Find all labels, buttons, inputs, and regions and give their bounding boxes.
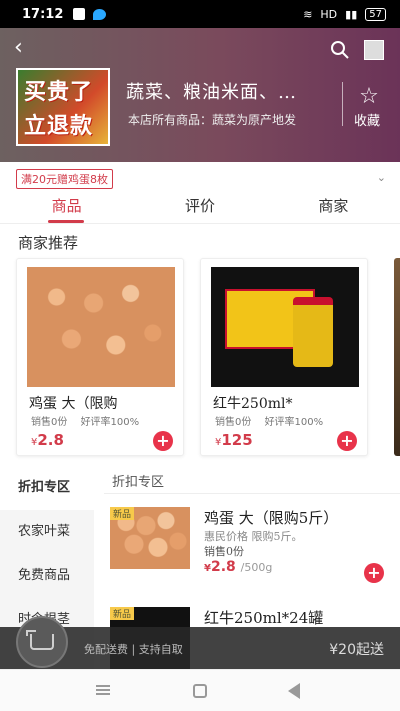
star-icon[interactable]: ☆	[358, 86, 380, 108]
category-item-discount[interactable]: 折扣专区	[0, 466, 94, 510]
active-tab-indicator	[48, 220, 84, 223]
status-time: 17:12	[22, 6, 64, 22]
list-item[interactable]: 新品 鸡蛋 大（限购5斤） 惠民价格 限购5斤。 销售0份 ¥2.8 /500g…	[110, 507, 400, 607]
home-icon[interactable]	[193, 684, 207, 698]
tab-products[interactable]: 商品	[0, 192, 133, 223]
add-to-cart-button[interactable]: +	[337, 431, 357, 451]
product-rating: 好评率100%	[80, 417, 140, 428]
product-price: ¥2.8	[31, 431, 64, 449]
recommend-title: 商家推荐	[18, 234, 79, 252]
list-section-title: 折扣专区	[112, 475, 165, 490]
recommend-card[interactable]: 红牛250ml* 销售0份 好评率100% ¥125 +	[200, 258, 368, 456]
recommend-card-peek[interactable]	[394, 258, 400, 456]
notification-icon	[73, 8, 86, 20]
promo-badge[interactable]: 满20元赠鸡蛋8枚	[16, 169, 113, 189]
back-triangle-icon[interactable]	[288, 683, 300, 699]
store-description: 本店所有商品：蔬菜为原产地发	[128, 113, 297, 127]
min-order-label[interactable]: ¥20起送	[329, 639, 384, 659]
store-logo-line2: 立退款	[24, 114, 94, 139]
share-icon[interactable]	[364, 40, 384, 60]
new-badge: 新品	[110, 507, 135, 520]
store-header: ‹ 买贵了 立退款 蔬菜、粮油米面、… 本店所有商品：蔬菜为原产地发 ☆ 收藏	[0, 28, 400, 162]
product-sales: 销售0份	[31, 417, 68, 428]
new-badge: 新品	[110, 607, 135, 620]
delivery-info: 免配送费 | 支持自取	[84, 643, 183, 656]
add-to-cart-button[interactable]: +	[364, 563, 384, 583]
product-image	[211, 267, 359, 387]
recommend-row: 鸡蛋 大（限购 销售0份 好评率100% ¥2.8 + 红牛250ml* 销售0…	[16, 258, 400, 458]
chat-icon	[93, 8, 107, 20]
store-logo: 买贵了 立退款	[16, 68, 110, 146]
tab-merchant[interactable]: 商家	[267, 192, 400, 223]
network-label: HD	[320, 7, 338, 21]
product-price: ¥2.8 /500g	[204, 559, 273, 575]
product-name: 鸡蛋 大（限购	[29, 396, 118, 412]
back-icon[interactable]: ‹	[14, 37, 34, 59]
product-sales: 销售0份	[215, 417, 252, 428]
category-item-leafy[interactable]: 农家叶菜	[0, 510, 94, 554]
chevron-down-icon[interactable]: ⌄	[377, 171, 386, 184]
product-name: 鸡蛋 大（限购5斤）	[204, 509, 339, 527]
battery-icon: 57	[365, 7, 386, 21]
category-item-free[interactable]: 免费商品	[0, 554, 94, 598]
product-image	[27, 267, 175, 387]
product-subtitle: 惠民价格 限购5斤。	[204, 530, 303, 543]
divider	[342, 82, 343, 126]
product-price: ¥125	[215, 431, 253, 449]
status-bar: 17:12 ≋ HD ▮▮ 57	[0, 0, 400, 28]
tab-reviews[interactable]: 评价	[133, 192, 266, 223]
product-name: 红牛250ml*	[213, 396, 293, 412]
favorite-label[interactable]: 收藏	[354, 110, 380, 129]
menu-icon[interactable]	[96, 685, 110, 695]
wifi-icon: ≋	[303, 7, 313, 21]
add-to-cart-button[interactable]: +	[153, 431, 173, 451]
search-icon[interactable]	[330, 40, 350, 60]
system-nav-bar	[0, 669, 400, 711]
store-title: 蔬菜、粮油米面、…	[126, 82, 297, 103]
signal-icon: ▮▮	[345, 7, 358, 21]
product-rating: 好评率100%	[264, 417, 324, 428]
cart-icon[interactable]	[16, 616, 68, 668]
store-logo-line1: 买贵了	[24, 80, 94, 105]
divider	[104, 493, 400, 494]
product-sales: 销售0份	[204, 545, 244, 558]
recommend-card[interactable]: 鸡蛋 大（限购 销售0份 好评率100% ¥2.8 +	[16, 258, 184, 456]
product-name: 红牛250ml*24罐	[204, 609, 324, 627]
